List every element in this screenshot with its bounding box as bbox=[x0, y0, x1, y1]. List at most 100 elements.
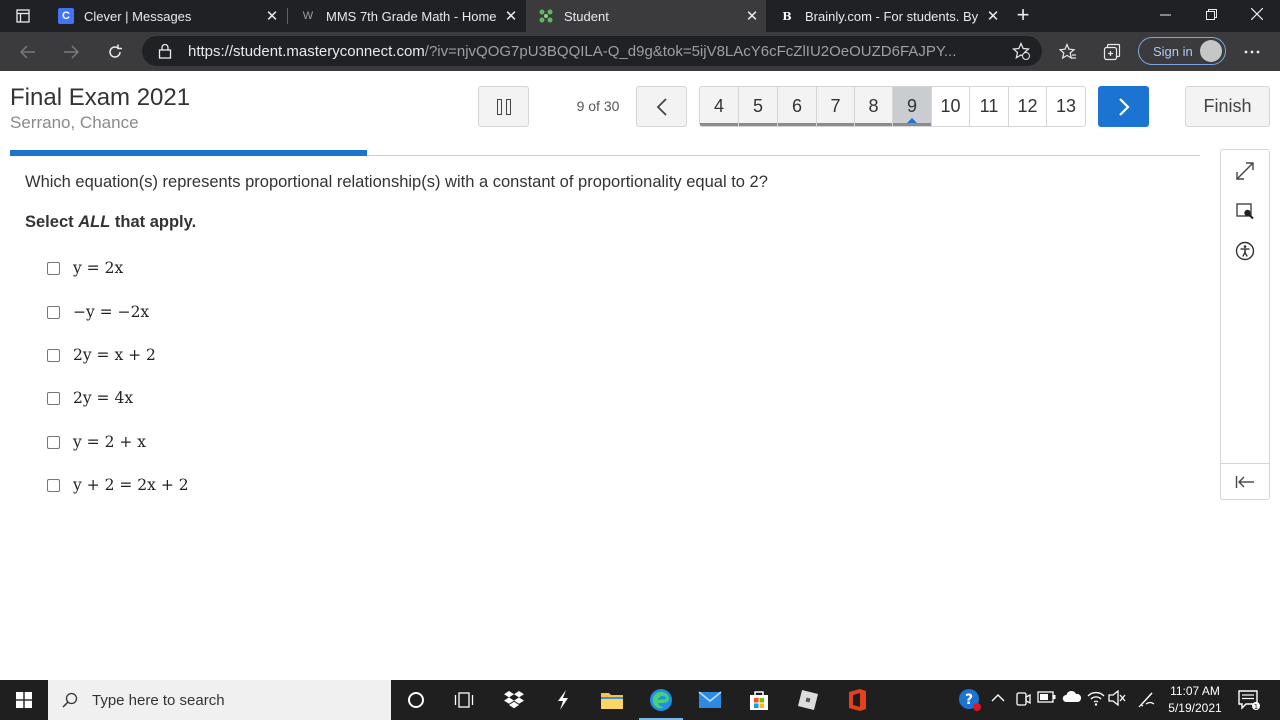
battery-icon[interactable] bbox=[1037, 690, 1057, 707]
collapse-panel-icon[interactable] bbox=[1233, 470, 1257, 494]
question-number-9-current[interactable]: 9 bbox=[893, 87, 932, 126]
answer-checkbox[interactable] bbox=[47, 435, 60, 449]
add-favorite-icon[interactable] bbox=[1012, 42, 1030, 65]
store-icon[interactable] bbox=[745, 686, 773, 714]
tab-actions-icon[interactable] bbox=[8, 4, 38, 28]
close-icon[interactable]: ✕ bbox=[497, 7, 525, 25]
answer-option-1[interactable]: y = 2x bbox=[47, 257, 123, 279]
answer-option-5[interactable]: y = 2 + x bbox=[47, 431, 146, 453]
notification-center-icon[interactable]: 1 bbox=[1238, 690, 1260, 711]
clock-time: 11:07 AM bbox=[1170, 684, 1220, 698]
question-number-6[interactable]: 6 bbox=[778, 87, 817, 126]
answer-equation: 2y = 4x bbox=[73, 389, 134, 407]
minimize-icon[interactable] bbox=[1142, 0, 1188, 32]
tab-schoology[interactable]: W MMS 7th Grade Math - Home ✕ bbox=[288, 0, 525, 32]
question-number-8[interactable]: 8 bbox=[855, 87, 893, 126]
answer-equation: 2y = x + 2 bbox=[73, 346, 156, 364]
window-close-icon[interactable] bbox=[1234, 0, 1280, 32]
question-number-4[interactable]: 4 bbox=[700, 87, 739, 126]
answer-option-4[interactable]: 2y = 4x bbox=[47, 387, 133, 409]
wifi-icon[interactable] bbox=[1087, 690, 1105, 709]
close-icon[interactable]: ✕ bbox=[979, 7, 1007, 25]
pen-icon[interactable] bbox=[1138, 690, 1156, 711]
sign-in-button[interactable]: Sign in bbox=[1138, 37, 1226, 65]
office-icon[interactable] bbox=[843, 686, 871, 714]
pause-icon bbox=[505, 98, 511, 115]
app-arrow-icon[interactable] bbox=[549, 686, 577, 714]
exam-title: Final Exam 2021 bbox=[10, 84, 191, 111]
file-explorer-icon[interactable] bbox=[598, 686, 626, 714]
previous-question-button[interactable] bbox=[636, 86, 687, 127]
back-icon[interactable] bbox=[14, 38, 42, 66]
tools-divider bbox=[1221, 463, 1269, 464]
next-question-button[interactable] bbox=[1098, 86, 1149, 127]
pause-button[interactable] bbox=[478, 86, 529, 127]
answer-option-3[interactable]: 2y = x + 2 bbox=[47, 344, 156, 366]
tab-title: Brainly.com - For students. By st bbox=[805, 8, 979, 24]
tab-brainly[interactable]: B Brainly.com - For students. By st ✕ bbox=[767, 0, 1007, 32]
tab-clever[interactable]: C Clever | Messages ✕ bbox=[46, 0, 286, 32]
browser-tab-strip: C Clever | Messages ✕ W MMS 7th Grade Ma… bbox=[0, 0, 1280, 32]
favorites-icon[interactable] bbox=[1054, 38, 1082, 66]
lock-icon[interactable] bbox=[158, 43, 172, 64]
refresh-icon[interactable] bbox=[101, 38, 129, 66]
answer-option-6[interactable]: y + 2 = 2x + 2 bbox=[47, 474, 189, 496]
more-menu-icon[interactable] bbox=[1238, 38, 1266, 66]
tab-student[interactable]: Student ✕ bbox=[526, 0, 766, 32]
edge-browser-icon[interactable] bbox=[639, 686, 683, 720]
answer-checkbox[interactable] bbox=[47, 261, 60, 275]
answer-checkbox[interactable] bbox=[47, 305, 60, 319]
svg-text:?: ? bbox=[965, 692, 973, 708]
new-tab-button[interactable]: + bbox=[1010, 2, 1036, 30]
progress-bar bbox=[10, 150, 367, 156]
question-number-12[interactable]: 12 bbox=[1009, 87, 1047, 126]
url-path: /?iv=njvQOG7pU3BQQILA-Q_d9g&tok=5ijV8LAc… bbox=[424, 43, 957, 60]
instruction-emphasis: ALL bbox=[78, 213, 111, 231]
meet-now-icon[interactable] bbox=[1015, 690, 1031, 711]
windows-start-icon[interactable] bbox=[0, 680, 48, 720]
roblox-icon[interactable] bbox=[794, 686, 822, 714]
question-navigator: 4 5 6 7 8 9 10 11 12 13 bbox=[699, 86, 1086, 127]
collections-icon[interactable] bbox=[1098, 38, 1126, 66]
answer-checkbox[interactable] bbox=[47, 348, 60, 362]
help-icon[interactable]: ? bbox=[956, 686, 984, 714]
tab-title: Clever | Messages bbox=[84, 8, 192, 24]
url-text[interactable]: https://student.masteryconnect.com/?iv=n… bbox=[188, 43, 998, 60]
accessibility-icon[interactable] bbox=[1233, 239, 1257, 263]
forward-icon[interactable] bbox=[57, 38, 85, 66]
cortana-icon[interactable] bbox=[402, 686, 430, 714]
question-number-13[interactable]: 13 bbox=[1047, 87, 1085, 126]
question-number-10[interactable]: 10 bbox=[932, 87, 970, 126]
taskbar-search[interactable]: Type here to search bbox=[48, 680, 391, 720]
close-icon[interactable]: ✕ bbox=[738, 7, 766, 25]
pause-icon bbox=[496, 98, 502, 115]
dropbox-icon[interactable] bbox=[500, 686, 528, 714]
close-icon[interactable]: ✕ bbox=[258, 7, 286, 25]
system-clock[interactable]: 11:07 AM 5/19/2021 bbox=[1162, 683, 1228, 717]
answer-option-2[interactable]: −y = −2x bbox=[47, 301, 149, 323]
clever-icon: C bbox=[58, 8, 74, 24]
magnifier-icon[interactable] bbox=[1233, 199, 1257, 223]
mail-icon[interactable] bbox=[696, 686, 724, 714]
answer-equation: y = 2 + x bbox=[73, 433, 147, 451]
tools-panel bbox=[1220, 149, 1270, 500]
answer-checkbox[interactable] bbox=[47, 478, 60, 492]
question-number-7[interactable]: 7 bbox=[817, 87, 855, 126]
finish-button[interactable]: Finish bbox=[1185, 86, 1270, 127]
answer-checkbox[interactable] bbox=[47, 391, 60, 405]
brainly-icon: B bbox=[782, 9, 792, 23]
volume-muted-icon[interactable] bbox=[1108, 689, 1126, 709]
question-number-5[interactable]: 5 bbox=[739, 87, 778, 126]
address-bar[interactable]: https://student.masteryconnect.com/?iv=n… bbox=[142, 36, 1042, 66]
restore-icon[interactable] bbox=[1188, 0, 1234, 32]
search-placeholder: Type here to search bbox=[92, 691, 225, 709]
tab-title: Student bbox=[564, 8, 609, 24]
current-marker-icon bbox=[907, 118, 917, 123]
chevron-left-icon bbox=[656, 97, 667, 116]
question-number-11[interactable]: 11 bbox=[970, 87, 1009, 126]
onedrive-icon[interactable] bbox=[1062, 690, 1082, 707]
expand-icon[interactable] bbox=[1233, 159, 1257, 183]
sign-in-label: Sign in bbox=[1153, 43, 1193, 59]
show-hidden-icons-icon[interactable] bbox=[991, 690, 1005, 706]
task-view-icon[interactable] bbox=[450, 686, 478, 714]
